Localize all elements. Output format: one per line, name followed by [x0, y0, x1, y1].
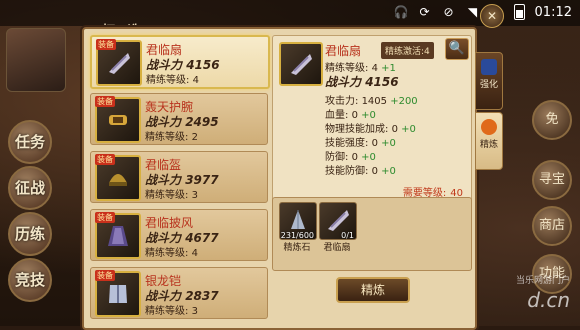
stat-skill-defense: 技能防御: 0 +0 — [325, 166, 396, 177]
side-tabs: 强化 精炼 — [475, 52, 503, 172]
item-level: 精练等级: 3 — [145, 306, 198, 317]
magnify-icon[interactable]: 🔍 — [445, 38, 469, 60]
equipment-row-cloak[interactable]: 装备 君临披风 战斗力 4677 精练等级: 4 — [90, 209, 268, 261]
refine-activation-badge: 精练激活:4 — [381, 42, 434, 59]
equipment-row-bracer[interactable]: 装备 轰天护腕 战斗力 2495 精练等级: 2 — [90, 93, 268, 145]
treasure-button[interactable]: 寻宝 — [532, 160, 572, 200]
detail-item-name: 君临扇 — [325, 44, 362, 58]
equip-tag: 装备 — [95, 96, 115, 107]
equip-tag: 装备 — [95, 154, 115, 165]
stat-defense: 防御: 0 +0 — [325, 152, 376, 163]
tab-label: 精炼 — [479, 140, 498, 150]
fan-thumbnail: 装备 — [96, 39, 142, 86]
equip-tag: 装备 — [95, 212, 115, 223]
trial-button[interactable]: 历练 — [8, 212, 52, 256]
tab-refine[interactable]: 精炼 — [475, 112, 503, 170]
material-count: 0/1 — [341, 231, 354, 240]
helmet-icon — [109, 174, 127, 186]
material-label: 君临扇 — [323, 243, 351, 253]
watermark-logo: d.cn — [527, 288, 570, 312]
material-count: 231/600 — [280, 231, 314, 240]
armor-icon — [109, 285, 127, 303]
flame-icon — [481, 119, 497, 135]
sync-icon: ⟳ — [419, 5, 430, 19]
tab-enhance[interactable]: 强化 — [475, 52, 503, 110]
left-hud: 任务 征战 历练 竞技 — [0, 26, 84, 326]
equipment-row-armor[interactable]: 装备 银龙铠 战斗力 2837 精练等级: 3 — [90, 267, 268, 319]
arena-button[interactable]: 竞技 — [8, 258, 52, 302]
battery-icon — [513, 4, 525, 20]
equipment-row-helmet[interactable]: 装备 君临盔 战斗力 3977 精练等级: 3 — [90, 151, 268, 203]
item-level: 精练等级: 3 — [145, 190, 198, 201]
headphones-icon: 🎧 — [393, 5, 409, 19]
item-level: 精练等级: 4 — [145, 248, 198, 259]
quest-button[interactable]: 任务 — [8, 120, 52, 164]
detail-fan-thumbnail — [279, 42, 323, 86]
detail-refine-level: 精练等级: 4 +1 — [325, 63, 396, 74]
bracer-thumbnail: 装备 — [95, 96, 141, 143]
campaign-button[interactable]: 征战 — [8, 166, 52, 210]
free-button[interactable]: 免 — [532, 100, 572, 140]
equipment-list: 装备 君临扇 战斗力 4156 精练等级: 4 装备 轰天护腕 战斗力 2495… — [90, 35, 270, 327]
stat-skill-power: 技能强度: 0 +0 — [325, 138, 396, 149]
signal-crossed-icon: ⊘ — [443, 5, 454, 19]
status-time: 01:12 — [534, 4, 572, 20]
refine-materials: 231/600 精炼石 0/1 君临扇 — [272, 197, 472, 271]
item-level: 精练等级: 4 — [146, 75, 199, 86]
refine-button[interactable]: 精炼 — [336, 277, 410, 303]
stat-attack: 攻击力: 1405 +200 — [325, 96, 418, 107]
wifi-icon: ◥ — [467, 5, 478, 19]
anvil-icon — [481, 59, 497, 75]
detail-power: 战斗力 4156 — [325, 75, 399, 89]
refine-stone-icon — [291, 210, 305, 229]
material-fan[interactable]: 0/1 — [319, 202, 357, 240]
material-refine-stone[interactable]: 231/600 — [279, 202, 317, 240]
item-level: 精练等级: 2 — [145, 132, 198, 143]
armor-thumbnail: 装备 — [95, 270, 141, 317]
fan-icon — [328, 210, 349, 231]
equip-tag: 装备 — [95, 270, 115, 281]
player-avatar[interactable] — [6, 28, 66, 92]
stat-physical-skill-bonus: 物理技能加成: 0 +0 — [325, 124, 416, 135]
helmet-thumbnail: 装备 — [95, 154, 141, 201]
cloak-icon — [108, 226, 128, 246]
forge-window: 装备 君临扇 战斗力 4156 精练等级: 4 装备 轰天护腕 战斗力 2495… — [82, 27, 477, 330]
stat-hp: 血量: 0 +0 — [325, 110, 376, 121]
fan-icon — [109, 53, 130, 74]
material-label: 精炼石 — [283, 243, 311, 253]
equip-tag: 装备 — [96, 39, 116, 50]
shop-button[interactable]: 商店 — [532, 206, 572, 246]
close-icon[interactable]: ✕ — [480, 4, 504, 28]
fan-icon — [291, 54, 312, 75]
watermark-subtitle: 当乐网游门户 — [515, 276, 570, 286]
cloak-thumbnail: 装备 — [95, 212, 141, 259]
tab-label: 强化 — [479, 80, 498, 90]
bracer-icon — [109, 115, 127, 125]
equipment-row-fan[interactable]: 装备 君临扇 战斗力 4156 精练等级: 4 — [90, 35, 270, 89]
